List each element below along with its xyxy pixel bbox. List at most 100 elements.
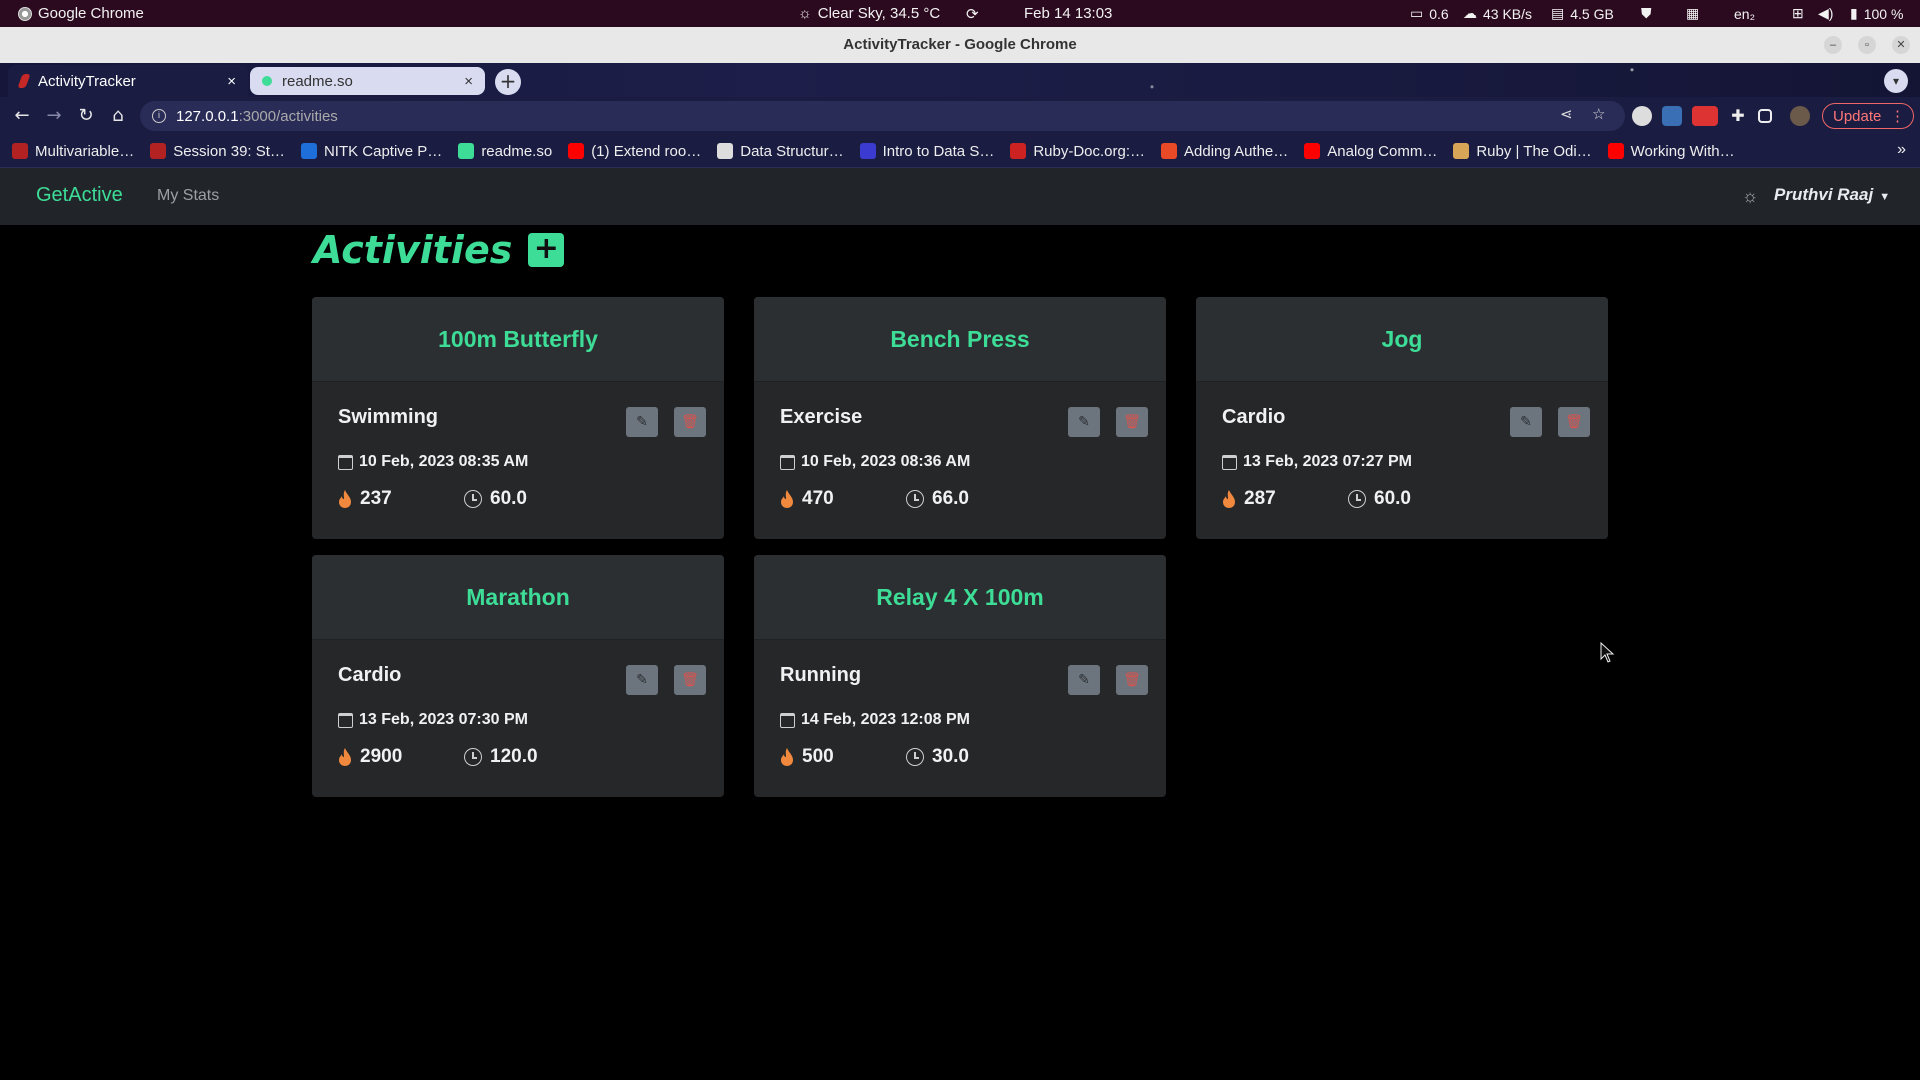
os-clock[interactable]: Feb 14 13:03 [1024, 0, 1112, 27]
favicon-icon [262, 76, 272, 86]
bookmark-item[interactable]: Analog Comm… [1304, 143, 1437, 160]
delete-button[interactable]: 🗑 [674, 407, 706, 437]
flame-icon [339, 748, 351, 766]
add-activity-button[interactable]: + [528, 233, 565, 267]
tab-label: readme.so [282, 72, 353, 90]
trash-icon: 🗑 [681, 414, 699, 430]
tab-readme[interactable]: readme.so × [250, 67, 485, 95]
puzzle-icon[interactable]: ✚ [1728, 106, 1748, 126]
minimize-icon[interactable]: – [1824, 36, 1842, 54]
user-name: Pruthvi Raaj [1774, 185, 1874, 204]
bookmark-item[interactable]: Adding Authe… [1161, 143, 1288, 160]
bookmark-item[interactable]: Multivariable… [12, 143, 134, 160]
youtube-icon [1607, 143, 1624, 159]
duration-value: 60.0 [1374, 488, 1411, 509]
reload-icon[interactable]: ↻ [74, 104, 98, 128]
edit-icon: ✎ [1520, 414, 1532, 430]
clipboard-icon[interactable]: ▦ [1686, 0, 1699, 27]
bookmark-item[interactable]: NITK Captive P… [300, 143, 442, 160]
edit-button[interactable]: ✎ [626, 407, 658, 437]
brand-link[interactable]: GetActive [36, 184, 123, 207]
activity-name: Jog [1196, 297, 1608, 382]
delete-button[interactable]: 🗑 [1558, 407, 1590, 437]
battery-indicator[interactable]: ▮ 100 % [1850, 0, 1903, 27]
edit-button[interactable]: ✎ [1068, 665, 1100, 695]
maximize-icon[interactable]: ▫ [1858, 36, 1876, 54]
info-icon[interactable]: i [152, 109, 166, 123]
activity-category: Cardio [338, 664, 402, 686]
edit-icon: ✎ [1078, 672, 1090, 688]
extension-icon[interactable] [1632, 106, 1652, 126]
share-icon[interactable]: ⋖ [1560, 105, 1573, 123]
edit-icon: ✎ [636, 672, 648, 688]
tab-search-button[interactable]: ▾ [1884, 69, 1908, 93]
duration-value: 30.0 [932, 746, 969, 767]
close-window-icon[interactable]: ✕ [1892, 36, 1910, 54]
delete-button[interactable]: 🗑 [1116, 665, 1148, 695]
os-top-bar: Google Chrome ☼ Clear Sky, 34.5 °C ⟳ Feb… [0, 0, 1920, 27]
duration-value: 120.0 [490, 746, 538, 767]
window-title-bar: ActivityTracker - Google Chrome – ▫ ✕ [0, 27, 1920, 63]
cloud-icon: ☁ [1463, 5, 1477, 21]
weather-indicator[interactable]: ☼ Clear Sky, 34.5 °C [798, 0, 940, 27]
forward-icon[interactable]: → [42, 104, 66, 128]
delete-button[interactable]: 🗑 [1116, 407, 1148, 437]
user-menu[interactable]: Pruthvi Raaj ▼ [1774, 185, 1890, 205]
extension-new-icon[interactable] [1662, 106, 1682, 126]
bookmark-item[interactable]: readme.so [458, 143, 552, 160]
youtube-icon [1304, 143, 1321, 159]
mail-extension-icon[interactable] [1692, 106, 1718, 126]
bookmark-item[interactable]: Ruby | The Odi… [1453, 143, 1592, 160]
load-indicator[interactable]: ▭ 0.6 [1410, 0, 1449, 27]
delete-button[interactable]: 🗑 [674, 665, 706, 695]
sync-icon[interactable]: ⟳ [966, 0, 979, 27]
bookmark-item[interactable]: Ruby-Doc.org:… [1010, 143, 1145, 160]
memory-icon: ▤ [1551, 5, 1565, 21]
bookmark-item[interactable]: Data Structur… [717, 143, 844, 160]
shield-icon[interactable]: ⛊ [1641, 0, 1652, 27]
new-tab-button[interactable]: + [495, 69, 521, 95]
bookmark-item[interactable]: (1) Extend roo… [568, 143, 701, 160]
edit-button[interactable]: ✎ [1510, 407, 1542, 437]
bookmark-favicon-icon [150, 143, 167, 159]
back-icon[interactable]: ← [10, 104, 34, 128]
update-button[interactable]: Update ⋮ [1822, 103, 1914, 129]
address-bar[interactable]: i 127.0.0.1:3000/activities ⋖ ☆ [140, 101, 1625, 131]
activity-date: 13 Feb, 2023 07:27 PM [1243, 453, 1412, 470]
bookmark-item[interactable]: Intro to Data S… [859, 143, 994, 160]
home-icon[interactable]: ⌂ [106, 104, 130, 128]
edit-button[interactable]: ✎ [626, 665, 658, 695]
clock-icon [1348, 490, 1366, 508]
edit-icon: ✎ [1078, 414, 1090, 430]
tab-activitytracker[interactable]: ActivityTracker × [8, 65, 248, 97]
net-indicator[interactable]: ☁ 43 KB/s [1463, 0, 1532, 27]
clock-icon [464, 748, 482, 766]
star-icon[interactable]: ☆ [1592, 105, 1605, 123]
chrome-icon [18, 6, 32, 21]
calories-value: 287 [1244, 488, 1276, 509]
bookmark-item[interactable]: Working With… [1607, 143, 1735, 160]
profile-avatar[interactable] [1790, 106, 1810, 126]
activity-date: 14 Feb, 2023 12:08 PM [801, 711, 970, 728]
bookmark-favicon-icon [859, 143, 876, 159]
edit-button[interactable]: ✎ [1068, 407, 1100, 437]
lang-indicator[interactable]: en₂ [1734, 0, 1755, 27]
battery-icon: ▮ [1850, 5, 1858, 21]
trash-icon: 🗑 [681, 672, 699, 688]
edit-icon: ✎ [636, 414, 648, 430]
nav-my-stats[interactable]: My Stats [157, 187, 219, 205]
side-panel-icon[interactable] [1758, 109, 1772, 123]
more-bookmarks-icon[interactable]: » [1897, 141, 1906, 159]
bookmark-item[interactable]: Session 39: St… [150, 143, 285, 160]
mem-indicator[interactable]: ▤ 4.5 GB [1551, 0, 1614, 27]
monitor-icon: ▭ [1410, 5, 1424, 21]
network-icon[interactable]: ⊞ [1792, 0, 1804, 27]
theme-toggle-sun-icon[interactable]: ☼ [1740, 186, 1760, 206]
duration-stat: 60.0 [464, 488, 527, 510]
bookmark-favicon-icon [12, 143, 28, 159]
update-label: Update [1833, 107, 1882, 125]
os-app-menu[interactable]: Google Chrome [18, 0, 144, 27]
volume-icon[interactable]: ◀) [1818, 0, 1833, 27]
tab-close-icon[interactable]: × [464, 73, 473, 90]
tab-close-icon[interactable]: × [227, 73, 236, 90]
